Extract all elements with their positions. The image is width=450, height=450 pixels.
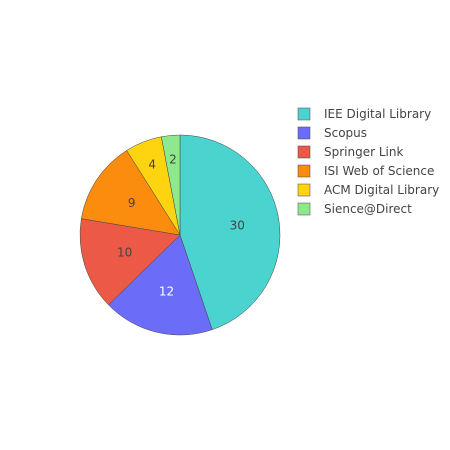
pie-slices (79, 134, 281, 336)
legend-item-sience-direct[interactable]: Sience@Direct (297, 202, 412, 216)
legend-label-iee-digital-library: IEE Digital Library (324, 107, 431, 121)
legend-label-acm-digital-library: ACM Digital Library (324, 183, 439, 197)
legend-swatch-isi-web-of-science (297, 164, 311, 178)
legend-label-isi-web-of-science: ISI Web of Science (324, 164, 434, 178)
legend-swatch-iee-digital-library (297, 107, 311, 121)
legend-label-scopus: Scopus (324, 126, 367, 140)
data-label-acm-digital-library: 4 (148, 157, 156, 171)
legend-item-scopus[interactable]: Scopus (297, 126, 367, 140)
legend[interactable]: IEE Digital Library Scopus Springer Link IS… (297, 107, 439, 216)
data-label-iee-digital-library: 30 (230, 219, 245, 233)
legend-item-isi-web-of-science[interactable]: ISI Web of Science (297, 164, 434, 178)
legend-label-sience-direct: Sience@Direct (324, 202, 412, 216)
legend-item-springer-link[interactable]: Springer Link (297, 145, 403, 159)
legend-swatch-acm-digital-library (297, 183, 311, 197)
pie-chart: 30 12 10 9 4 2 IEE Digital Library Scopus Sprin… (0, 0, 450, 450)
chart-canvas: 30 12 10 9 4 2 IEE Digital Library Scopus Sprin… (79, 107, 439, 336)
data-label-isi-web-of-science: 9 (128, 196, 136, 210)
legend-swatch-springer-link (297, 145, 311, 159)
legend-swatch-sience-direct (297, 202, 311, 216)
legend-item-acm-digital-library[interactable]: ACM Digital Library (297, 183, 439, 197)
legend-label-springer-link: Springer Link (324, 145, 403, 159)
data-label-sience-direct: 2 (169, 152, 177, 166)
legend-swatch-scopus (297, 126, 311, 140)
data-label-scopus: 12 (159, 284, 174, 298)
legend-item-iee-digital-library[interactable]: IEE Digital Library (297, 107, 431, 121)
data-label-springer-link: 10 (117, 245, 132, 259)
